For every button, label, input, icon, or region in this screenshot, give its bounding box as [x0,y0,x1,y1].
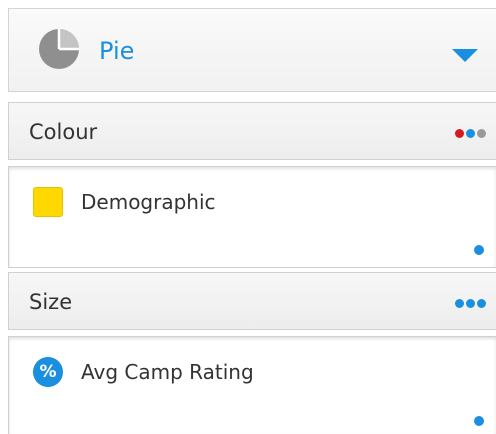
resize-handle-icon[interactable] [474,245,484,255]
size-menu-dot [466,299,475,308]
colour-menu-dot [455,129,464,138]
colour-section-header: Colour [8,102,496,160]
percent-icon: % [33,357,63,387]
size-menu-dot [477,299,486,308]
size-drop-zone[interactable]: % Avg Camp Rating [8,336,496,434]
size-section-title: Size [29,290,73,314]
colour-drop-zone[interactable]: Demographic [8,166,496,268]
colour-section-title: Colour [29,120,98,144]
chevron-down-icon[interactable] [452,49,478,62]
size-more-dots-icon[interactable] [455,299,486,308]
size-menu-dot [455,299,464,308]
colour-menu-dot [466,129,475,138]
chart-type-dropdown[interactable]: Pie [8,8,496,92]
yellow-swatch-icon [33,187,63,217]
pie-chart-icon [39,29,79,69]
size-field-label: Avg Camp Rating [81,360,254,384]
colour-menu-dot [477,129,486,138]
colour-more-dots-icon[interactable] [455,129,486,138]
colour-field-label: Demographic [81,190,216,214]
resize-handle-icon[interactable] [474,416,484,426]
chart-type-label: Pie [99,37,135,65]
size-field-pill[interactable]: % Avg Camp Rating [33,357,254,387]
colour-field-pill[interactable]: Demographic [33,187,216,217]
size-section-header: Size [8,272,496,330]
